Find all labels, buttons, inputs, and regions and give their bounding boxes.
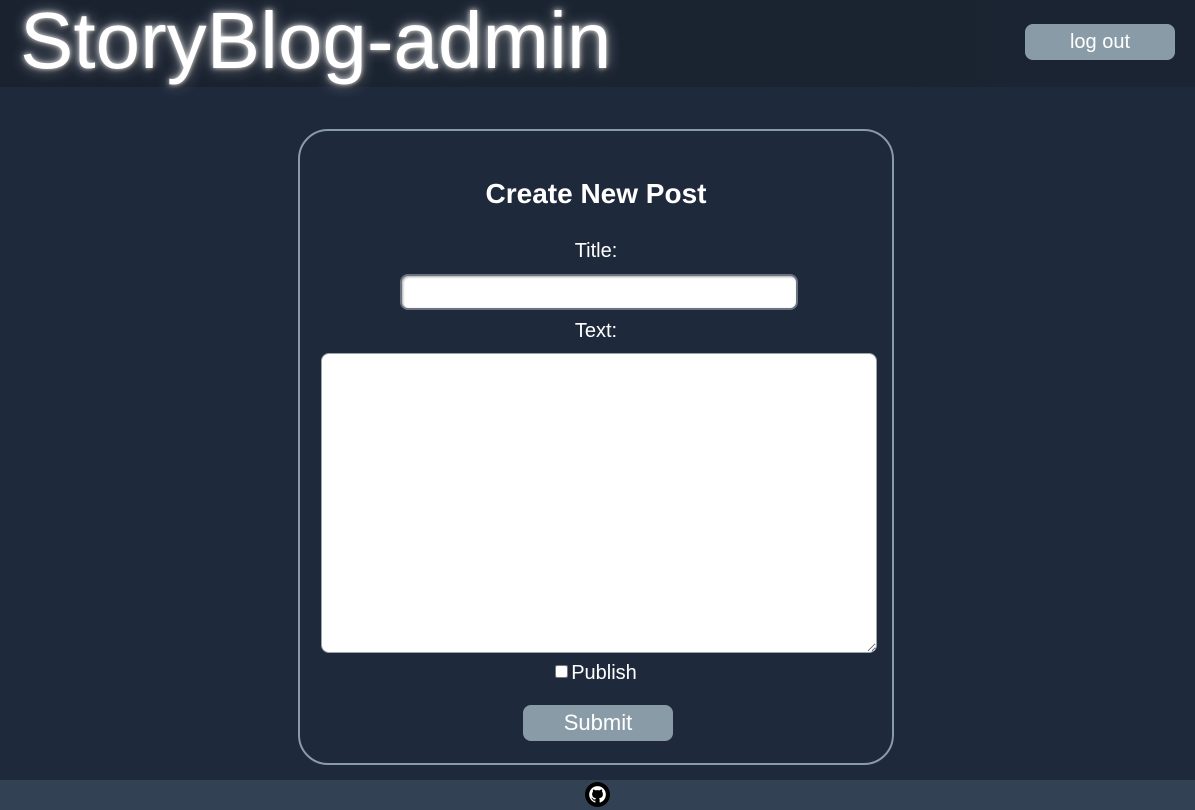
site-brand: StoryBlog-admin <box>20 0 612 85</box>
publish-label: Publish <box>571 662 637 684</box>
site-footer <box>0 780 1195 810</box>
submit-button[interactable]: Submit <box>523 705 673 741</box>
logout-button[interactable]: log out <box>1025 24 1175 60</box>
publish-checkbox[interactable] <box>555 665 569 678</box>
title-label: Title: <box>574 240 618 262</box>
text-input[interactable] <box>321 353 877 653</box>
publish-row: Publish <box>300 661 892 685</box>
create-post-form: Create New Post Title: Text: Publish Sub… <box>298 129 894 765</box>
title-input[interactable] <box>400 274 798 310</box>
site-header: StoryBlog-admin log out <box>0 0 1195 87</box>
text-label: Text: <box>574 320 618 342</box>
github-icon[interactable] <box>585 782 610 807</box>
form-heading: Create New Post <box>485 178 707 209</box>
